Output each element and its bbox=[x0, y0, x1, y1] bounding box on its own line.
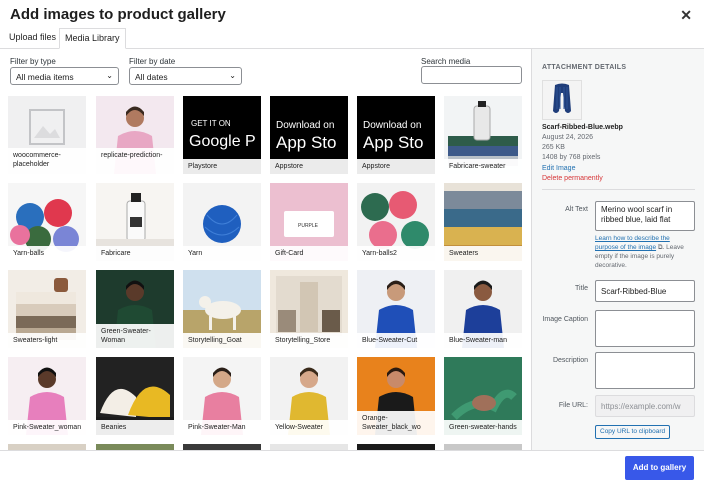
media-caption: Playstore bbox=[183, 159, 261, 174]
media-tile[interactable]: replicate-prediction- bbox=[96, 96, 174, 174]
media-tile[interactable]: Download on App Sto Appstore bbox=[270, 96, 348, 174]
media-caption: Storytelling_Store bbox=[270, 333, 348, 348]
attachment-filename: Scarf-Ribbed-Blue.webp bbox=[542, 124, 623, 131]
media-caption: Yarn-balls2 bbox=[357, 246, 435, 261]
media-caption: replicate-prediction- bbox=[96, 148, 174, 174]
attachment-dimensions: 1408 by 768 pixels bbox=[542, 154, 601, 161]
modal-footer: Add to gallery bbox=[0, 450, 704, 484]
tab-bar: Upload files Media Library bbox=[0, 28, 704, 49]
filter-date-value: All dates bbox=[135, 72, 168, 82]
media-tile[interactable]: Pink-Sweater_woman bbox=[8, 357, 86, 435]
media-tile[interactable]: Blue-Sweater-man bbox=[444, 270, 522, 348]
svg-text:PURPLE: PURPLE bbox=[298, 223, 319, 229]
filter-type-label: Filter by type bbox=[10, 57, 56, 66]
svg-text:Download on: Download on bbox=[363, 120, 421, 131]
svg-text:Download on: Download on bbox=[276, 120, 334, 131]
media-caption: Gift-Card bbox=[270, 246, 348, 261]
filter-type-select[interactable]: All media items ⌄ bbox=[10, 67, 119, 85]
media-tile[interactable]: Download on App Sto Appstore bbox=[357, 96, 435, 174]
image-caption-label: Image Caption bbox=[542, 316, 588, 323]
attachment-filesize: 265 KB bbox=[542, 144, 565, 151]
media-caption: Sweaters bbox=[444, 246, 522, 261]
close-icon[interactable]: ✕ bbox=[680, 7, 692, 24]
media-tile[interactable]: Green-sweater-hands bbox=[444, 357, 522, 435]
media-caption: Fabricare-sweater bbox=[444, 159, 522, 174]
chevron-down-icon: ⌄ bbox=[106, 71, 113, 80]
divider bbox=[542, 189, 695, 190]
media-caption: Blue-Sweater-Cut bbox=[357, 333, 435, 348]
alt-text-field[interactable]: Merino wool scarf in ribbed blue, laid f… bbox=[595, 201, 695, 231]
search-input[interactable] bbox=[421, 66, 522, 84]
filter-date-label: Filter by date bbox=[129, 57, 176, 66]
media-tile[interactable]: Sweaters-light bbox=[8, 270, 86, 348]
alt-text-label: Alt Text bbox=[565, 206, 588, 213]
search-media-label: Search media bbox=[421, 57, 471, 66]
media-caption: Appstore bbox=[270, 159, 348, 174]
chevron-down-icon: ⌄ bbox=[229, 71, 236, 80]
file-url-field[interactable]: https://example.com/w bbox=[595, 395, 695, 417]
media-caption: Pink-Sweater-Man bbox=[183, 420, 261, 435]
playstore-small-text: GET IT ON bbox=[191, 119, 231, 128]
media-caption: Sweaters-light bbox=[8, 333, 86, 348]
media-caption: Beanies bbox=[96, 420, 174, 435]
media-caption: Yarn bbox=[183, 246, 261, 261]
media-tile[interactable]: Green-Sweater-Woman bbox=[96, 270, 174, 348]
svg-text:App Sto: App Sto bbox=[363, 133, 424, 152]
svg-text:App Sto: App Sto bbox=[276, 133, 337, 152]
media-caption: Appstore bbox=[357, 159, 435, 174]
media-tile[interactable]: Yellow-Sweater bbox=[270, 357, 348, 435]
media-tile[interactable]: woocommerce-placeholder bbox=[8, 96, 86, 174]
media-caption: Green-Sweater-Woman bbox=[96, 324, 174, 348]
tab-upload-files[interactable]: Upload files bbox=[4, 28, 61, 49]
media-caption: Fabricare bbox=[96, 246, 174, 261]
copy-url-button[interactable]: Copy URL to clipboard bbox=[595, 425, 671, 439]
media-tile[interactable]: Beanies bbox=[96, 357, 174, 435]
media-caption: woocommerce-placeholder bbox=[8, 148, 86, 174]
media-caption: Yellow-Sweater bbox=[270, 420, 348, 435]
delete-permanently-link[interactable]: Delete permanently bbox=[542, 175, 603, 182]
media-tile[interactable]: Storytelling_Goat bbox=[183, 270, 261, 348]
media-caption: Storytelling_Goat bbox=[183, 333, 261, 348]
media-caption: Green-sweater-hands bbox=[444, 420, 522, 435]
media-tile[interactable]: Fabricare bbox=[96, 183, 174, 261]
media-tile[interactable]: Blue-Sweater-Cut bbox=[357, 270, 435, 348]
description-field[interactable] bbox=[595, 352, 695, 389]
edit-image-link[interactable]: Edit Image bbox=[542, 165, 575, 172]
media-tile[interactable]: Sweaters bbox=[444, 183, 522, 261]
media-caption: Pink-Sweater_woman bbox=[8, 420, 86, 435]
file-url-label: File URL: bbox=[558, 402, 588, 409]
add-to-gallery-button[interactable]: Add to gallery bbox=[625, 456, 694, 480]
external-link-icon: ⧉ bbox=[656, 244, 663, 251]
media-tile[interactable]: PURPLE Gift-Card bbox=[270, 183, 348, 261]
attachment-date: August 24, 2026 bbox=[542, 134, 593, 141]
media-tile[interactable]: Yarn bbox=[183, 183, 261, 261]
attachment-thumbnail bbox=[542, 80, 582, 120]
alt-text-help: Learn how to describe the purpose of the… bbox=[595, 235, 684, 269]
attachment-details-panel: ATTACHMENT DETAILS Scarf-Ribbed-Blue.web… bbox=[531, 49, 704, 450]
media-tile[interactable]: Pink-Sweater-Man bbox=[183, 357, 261, 435]
details-heading: ATTACHMENT DETAILS bbox=[542, 64, 627, 71]
description-label: Description bbox=[552, 357, 588, 364]
media-caption: Orange-Sweater_black_wo bbox=[357, 411, 435, 435]
media-tile[interactable]: Yarn-balls2 bbox=[357, 183, 435, 261]
filter-type-value: All media items bbox=[16, 72, 74, 82]
media-tile[interactable]: GET IT ON Google P Playstore bbox=[183, 96, 261, 174]
media-tile[interactable]: Orange-Sweater_black_wo bbox=[357, 357, 435, 435]
media-modal: Add images to product gallery ✕ Upload f… bbox=[0, 0, 704, 484]
media-caption: Yarn-balls bbox=[8, 246, 86, 261]
tab-media-library[interactable]: Media Library bbox=[59, 28, 126, 49]
title-label: Title bbox=[575, 285, 588, 292]
svg-text:Google P: Google P bbox=[189, 133, 256, 150]
media-tile[interactable]: Fabricare-sweater bbox=[444, 96, 522, 174]
filter-date-select[interactable]: All dates ⌄ bbox=[129, 67, 242, 85]
media-tile[interactable]: Storytelling_Store bbox=[270, 270, 348, 348]
title-field[interactable]: Scarf-Ribbed-Blue bbox=[595, 280, 695, 302]
image-caption-field[interactable] bbox=[595, 310, 695, 347]
media-tile[interactable]: Yarn-balls bbox=[8, 183, 86, 261]
modal-title: Add images to product gallery bbox=[10, 6, 226, 23]
media-caption: Blue-Sweater-man bbox=[444, 333, 522, 348]
